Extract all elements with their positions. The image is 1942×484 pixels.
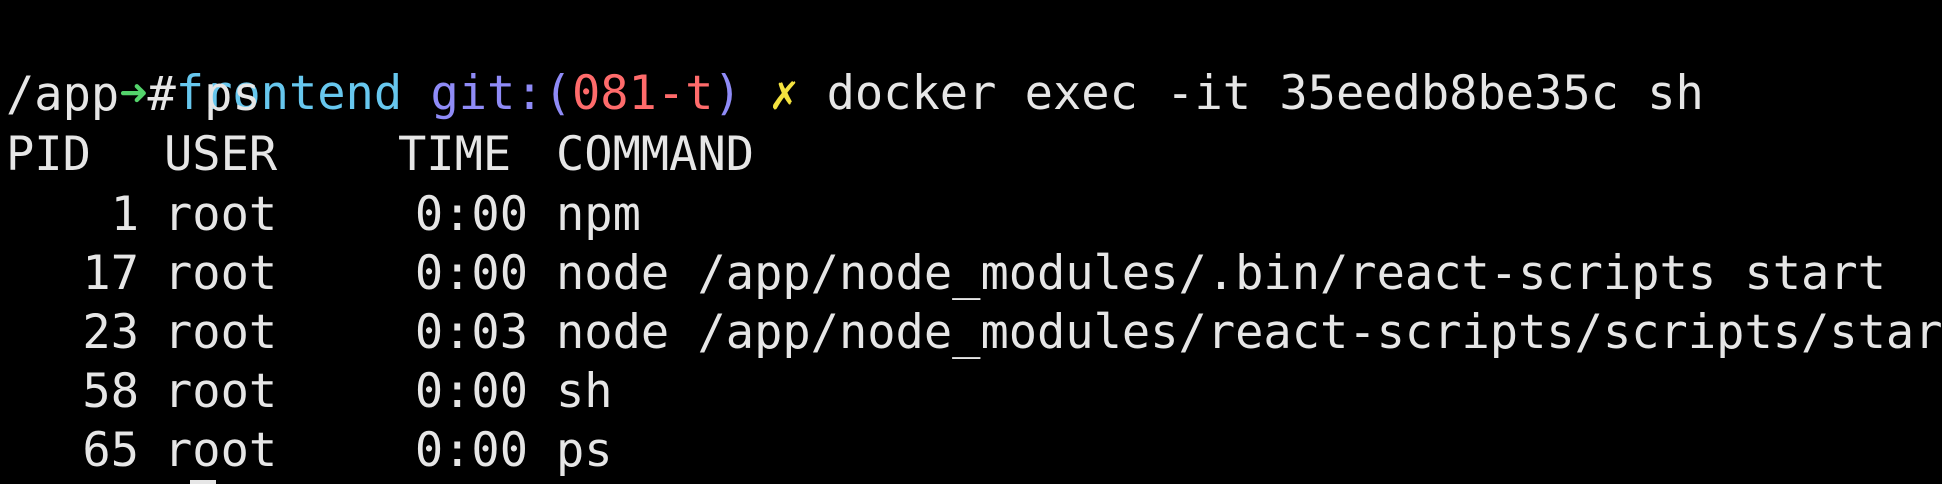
row-pid: 1 — [110, 187, 139, 242]
git-branch: 081-t — [571, 66, 714, 121]
table-row: 65 root 0:00 ps — [6, 422, 1936, 480]
row-time: 0:03 — [414, 305, 528, 360]
row-time: 0:00 — [414, 187, 528, 242]
ps-header-row: PID USER TIME COMMAND — [6, 126, 1936, 184]
terminal-window[interactable]: ➜ frontend git:(081-t) ✗ docker exec -it… — [0, 0, 1942, 484]
row-command: npm — [556, 187, 641, 242]
header-time: TIME — [398, 127, 512, 182]
row-user: root — [164, 305, 278, 360]
row-pid: 58 — [82, 364, 139, 419]
git-label-close: ) — [713, 66, 742, 121]
header-command: COMMAND — [556, 127, 755, 182]
row-command: ps — [556, 423, 613, 478]
row-user: root — [164, 364, 278, 419]
row-user: root — [164, 423, 278, 478]
prompt-line: ➜ frontend git:(081-t) ✗ docker exec -it… — [6, 7, 1704, 121]
row-time: 0:00 — [414, 423, 528, 478]
row-time: 0:00 — [414, 246, 528, 301]
row-command: sh — [556, 364, 613, 419]
table-row: 17 root 0:00 node /app/node_modules/.bin… — [6, 245, 1936, 303]
header-user: USER — [164, 127, 278, 182]
table-row: 1 root 0:00 npm — [6, 186, 1936, 244]
header-pid: PID — [6, 127, 91, 182]
row-pid: 65 — [82, 423, 139, 478]
text-cursor — [190, 480, 216, 484]
git-dirty-icon: ✗ — [770, 66, 799, 121]
row-pid: 17 — [82, 246, 139, 301]
row-command: node /app/node_modules/.bin/react-script… — [556, 246, 1886, 301]
row-command: node /app/node_modules/react-scripts/scr… — [556, 305, 1942, 360]
git-label: git:( — [430, 66, 572, 121]
row-user: root — [164, 246, 278, 301]
row-user: root — [164, 187, 278, 242]
entered-command: docker exec -it 35eedb8be35c sh — [826, 66, 1704, 121]
row-pid: 23 — [82, 305, 139, 360]
table-row: 58 root 0:00 sh — [6, 363, 1936, 421]
table-row: 23 root 0:03 node /app/node_modules/reac… — [6, 304, 1942, 362]
row-time: 0:00 — [414, 364, 528, 419]
shell-line: /app # ps — [6, 67, 261, 122]
